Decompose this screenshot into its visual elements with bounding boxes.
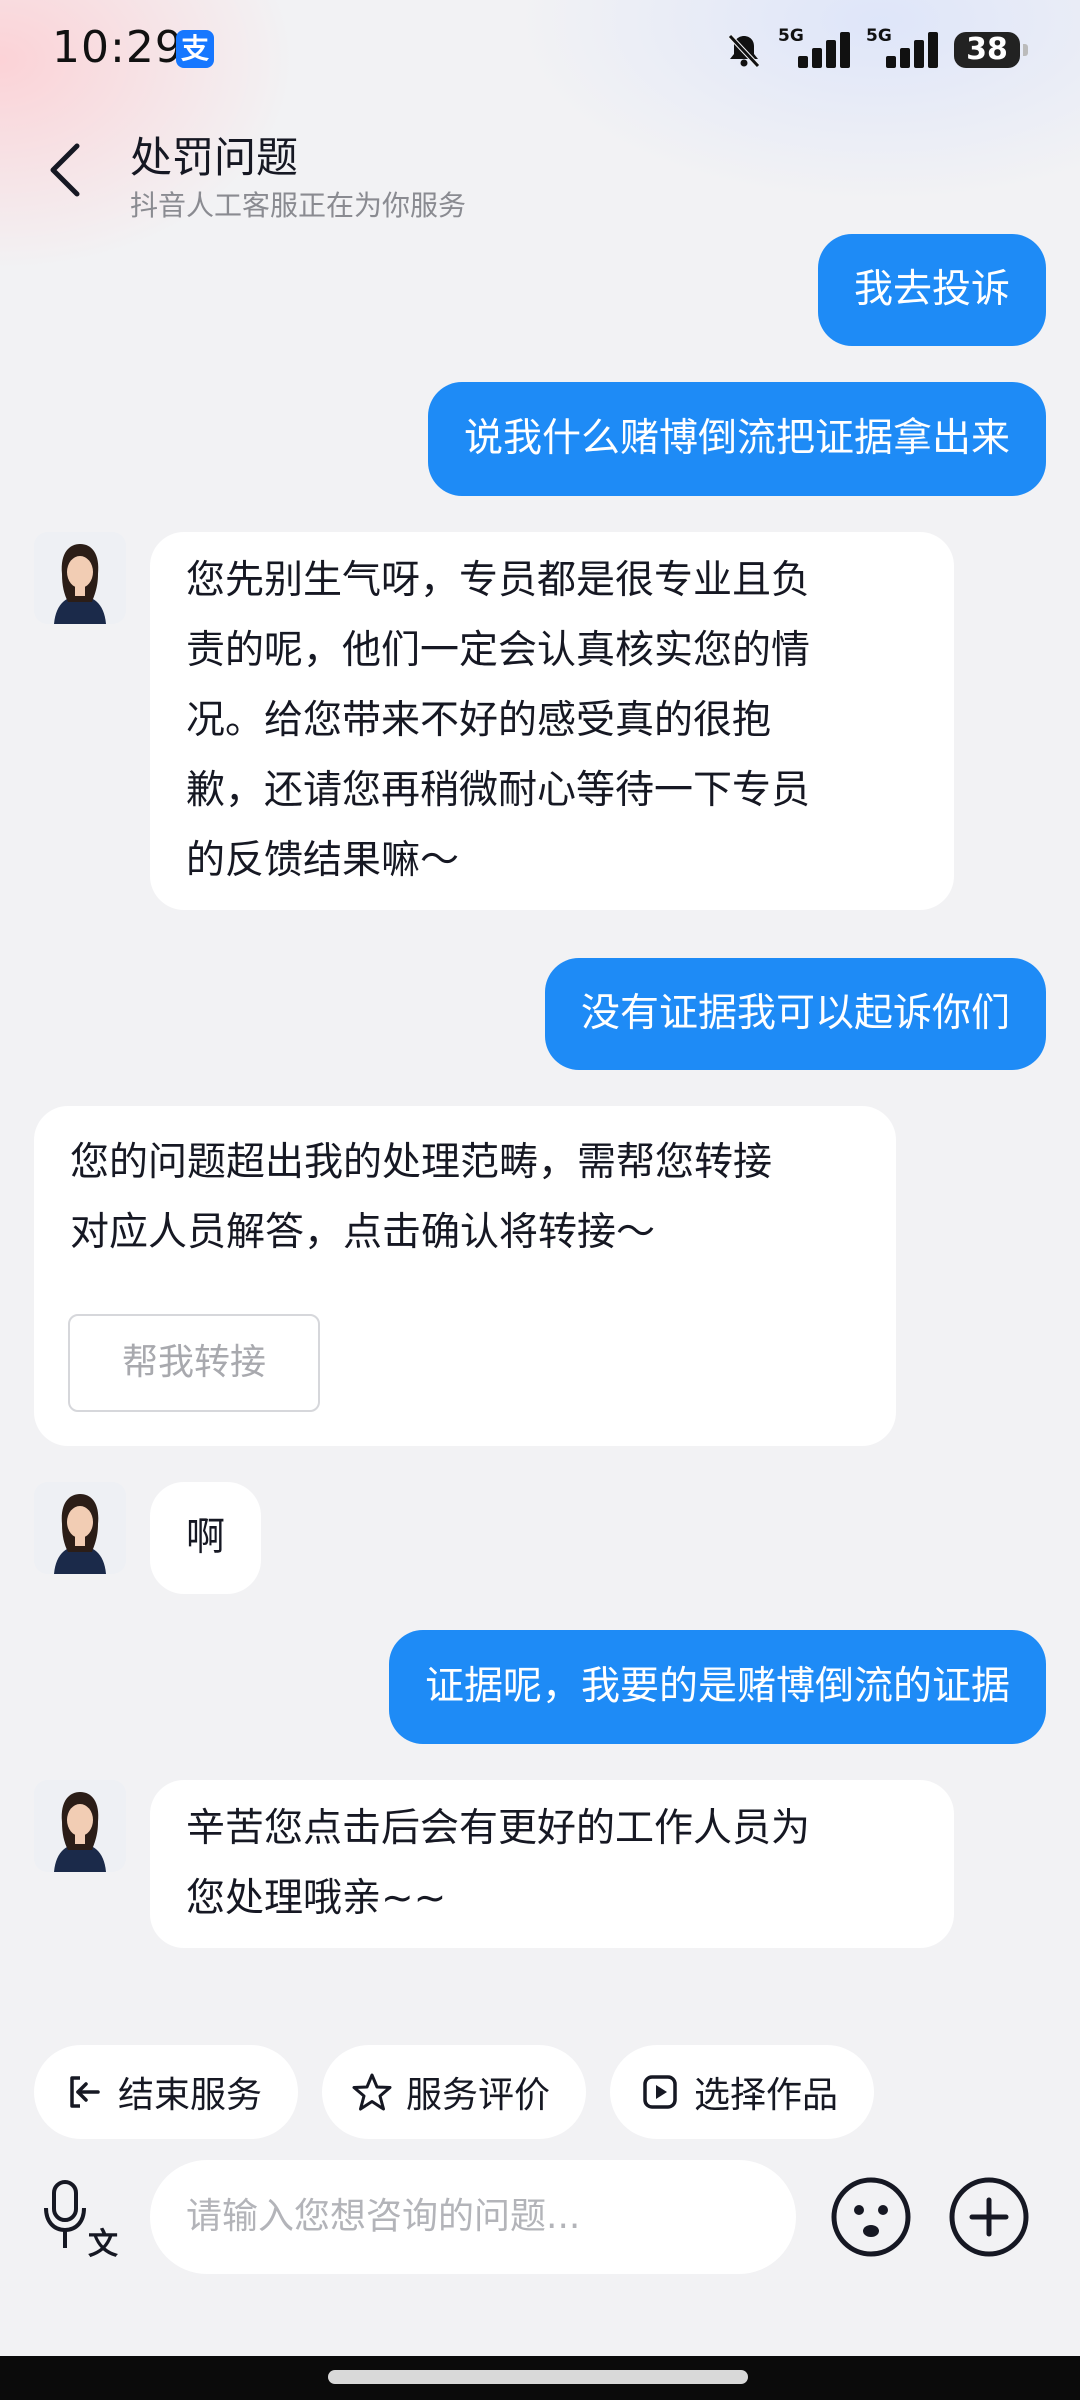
status-bar: 10:29 支 5G 5G 38 (0, 0, 1080, 100)
page-title: 处罚问题 (130, 133, 299, 182)
message-line: 歉，还请您再稍微耐心等待一下专员 (186, 768, 811, 813)
end-service-button[interactable]: 结束服务 (34, 2045, 299, 2139)
plus-icon[interactable] (948, 2176, 1030, 2258)
user-message: 说我什么赌博倒流把证据拿出来 (427, 382, 1046, 496)
svg-text:文: 文 (88, 2227, 118, 2258)
status-time: 10:29 (52, 22, 184, 73)
network-label-1: 5G (778, 26, 804, 46)
chip-label: 结束服务 (118, 2075, 263, 2116)
message-line: 责的呢，他们一定会认真核实您的情 (186, 628, 811, 673)
chip-label: 服务评价 (406, 2075, 551, 2116)
agent-message: 啊 (150, 1482, 262, 1594)
message-line: 您处理哦亲~~ (186, 1876, 447, 1921)
agent-message: 您先别生气呀，专员都是很专业且负 责的呢，他们一定会认真核实您的情 况。给您带来… (150, 532, 954, 910)
quick-actions: 结束服务 服务评价 选择作品 (34, 2045, 875, 2139)
system-nav-bar (0, 2356, 1080, 2400)
page-subtitle: 抖音人工客服正在为你服务 (130, 189, 467, 222)
message-text: 我去投诉 (853, 267, 1010, 312)
signal-5g-icon-1: 5G (778, 26, 852, 70)
agent-avatar (34, 1482, 126, 1574)
video-icon (643, 2075, 677, 2109)
emoji-icon[interactable] (830, 2176, 912, 2258)
user-message: 证据呢，我要的是赌博倒流的证据 (388, 1630, 1046, 1744)
user-message: 我去投诉 (817, 234, 1046, 346)
user-message: 没有证据我可以起诉你们 (544, 958, 1046, 1070)
exit-icon (70, 2076, 100, 2108)
star-icon (352, 2073, 392, 2111)
chip-label: 选择作品 (694, 2075, 839, 2116)
message-input[interactable]: 请输入您想咨询的问题... (150, 2160, 796, 2274)
message-text: 啊 (186, 1515, 226, 1560)
message-text: 说我什么赌博倒流把证据拿出来 (463, 416, 1010, 461)
agent-avatar-image (34, 532, 126, 624)
chevron-left-icon (50, 143, 80, 197)
network-label-2: 5G (866, 26, 892, 46)
status-indicators: 5G 5G 38 (724, 26, 1028, 72)
message-line: 况。给您带来不好的感受真的很抱 (186, 698, 772, 743)
chat-header: 处罚问题 抖音人工客服正在为你服务 (0, 110, 1080, 230)
rate-service-button[interactable]: 服务评价 (322, 2045, 587, 2139)
message-text: 证据呢，我要的是赌博倒流的证据 (424, 1664, 1010, 1709)
message-line: 您的问题超出我的处理范畴，需帮您转接 (70, 1140, 773, 1185)
battery-icon: 38 (954, 32, 1028, 68)
mute-bell-icon (728, 34, 760, 68)
agent-message: 辛苦您点击后会有更好的工作人员为 您处理哦亲~~ (150, 1780, 954, 1948)
agent-avatar (34, 1780, 126, 1872)
message-text: 没有证据我可以起诉你们 (580, 991, 1010, 1036)
signal-5g-icon-2: 5G (866, 26, 940, 70)
alipay-icon: 支 (176, 30, 214, 68)
message-line: 辛苦您点击后会有更好的工作人员为 (186, 1806, 811, 1851)
message-line: 对应人员解答，点击确认将转接～ (70, 1210, 656, 1255)
agent-avatar (34, 532, 126, 624)
home-indicator[interactable] (328, 2370, 748, 2384)
transfer-card: 您的问题超出我的处理范畴，需帮您转接 对应人员解答，点击确认将转接～ 帮我转接 (34, 1106, 896, 1446)
message-line: 的反馈结果嘛～ (186, 838, 460, 883)
agent-avatar-image (34, 1780, 126, 1872)
transfer-button[interactable]: 帮我转接 (68, 1314, 320, 1412)
select-work-button[interactable]: 选择作品 (610, 2045, 875, 2139)
scroll-fade-text (160, 1990, 920, 2020)
message-line: 您先别生气呀，专员都是很专业且负 (186, 558, 811, 603)
back-button[interactable] (40, 130, 90, 210)
voice-translate-icon[interactable]: 文 (44, 2178, 120, 2258)
agent-avatar-image (34, 1482, 126, 1574)
